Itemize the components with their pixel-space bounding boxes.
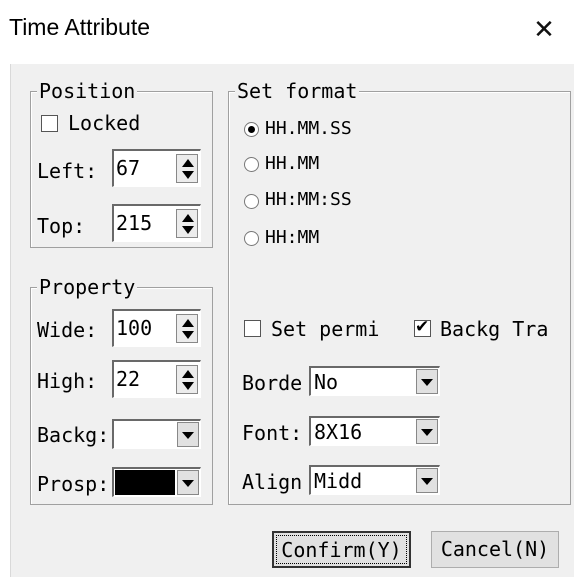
wide-spin-buttons[interactable] [176,314,198,343]
time-attribute-dialog: Time Attribute ✕ Position Locked Left: 6… [0,0,574,577]
backg-tra-checkbox[interactable]: ✔ [414,317,431,337]
top-label: Top: [37,214,86,238]
chevron-down-icon [182,480,194,487]
format-radio-0[interactable] [244,122,259,137]
border-combo[interactable]: No [309,366,440,396]
high-spin-buttons[interactable] [176,365,198,394]
spin-down-icon [182,171,194,179]
align-label: Align [242,470,303,494]
spin-down-icon [182,226,194,234]
border-label: Borde [242,371,303,395]
locked-label: Locked [68,111,141,135]
backg-tra-label: Backg Tra [440,317,549,341]
chevron-down-icon [421,478,433,485]
format-option-1: HH.MM [265,153,320,174]
left-label: Left: [37,159,98,183]
font-value: 8X16 [314,420,363,444]
backg-label: Backg: [37,423,110,447]
backg-dropdown-button[interactable] [177,422,199,447]
top-value: 215 [116,211,153,235]
close-icon[interactable]: ✕ [524,10,564,50]
checkmark-icon: ✔ [415,317,430,337]
spin-down-icon [182,382,194,390]
chevron-down-icon [182,432,194,439]
format-option-0: HH.MM.SS [265,118,352,139]
high-spinbox[interactable]: 22 [112,360,201,398]
font-combo[interactable]: 8X16 [309,416,440,446]
wide-spinbox[interactable]: 100 [112,309,201,347]
left-spin-buttons[interactable] [176,154,198,183]
high-value: 22 [116,367,141,391]
property-legend: Property [37,275,138,299]
spin-up-icon [182,214,194,222]
format-radio-1[interactable] [244,157,259,172]
wide-value: 100 [116,316,153,340]
format-option-2: HH:MM:SS [265,189,352,210]
chevron-down-icon [421,379,433,386]
left-spinbox[interactable]: 67 [112,149,201,187]
set-format-legend: Set format [235,79,360,103]
prosp-dropdown-button[interactable] [177,470,199,495]
window-border [10,64,11,577]
format-radio-3[interactable] [244,231,259,246]
backg-color-combo[interactable] [112,419,201,449]
border-value: No [314,370,339,394]
prosp-label: Prosp: [37,472,110,496]
backg-color-swatch [115,422,175,447]
top-spin-buttons[interactable] [176,209,198,238]
locked-checkbox[interactable] [41,115,58,132]
spin-up-icon [182,159,194,167]
spin-down-icon [182,331,194,339]
dialog-title: Time Attribute [9,14,151,40]
radio-selected-dot [248,126,255,133]
prosp-color-combo[interactable] [112,467,201,497]
cancel-button[interactable]: Cancel(N) [431,531,559,568]
format-radio-2[interactable] [244,194,259,209]
wide-label: Wide: [37,318,98,342]
set-permi-label: Set permi [271,317,380,341]
prosp-color-swatch [115,470,175,495]
spin-up-icon [182,370,194,378]
high-label: High: [37,369,98,393]
set-permi-checkbox[interactable] [244,320,261,337]
border-dropdown-button[interactable] [416,369,438,394]
font-label: Font: [242,421,303,445]
font-dropdown-button[interactable] [416,419,438,444]
position-legend: Position [37,79,138,103]
spin-up-icon [182,319,194,327]
chevron-down-icon [421,429,433,436]
align-combo[interactable]: Midd [309,465,440,495]
align-dropdown-button[interactable] [416,468,438,493]
top-spinbox[interactable]: 215 [112,204,201,242]
format-option-3: HH:MM [265,227,320,248]
align-value: Midd [314,469,363,493]
left-value: 67 [116,156,141,180]
confirm-button[interactable]: Confirm(Y) [272,531,411,568]
title-bar: Time Attribute ✕ [0,0,574,64]
